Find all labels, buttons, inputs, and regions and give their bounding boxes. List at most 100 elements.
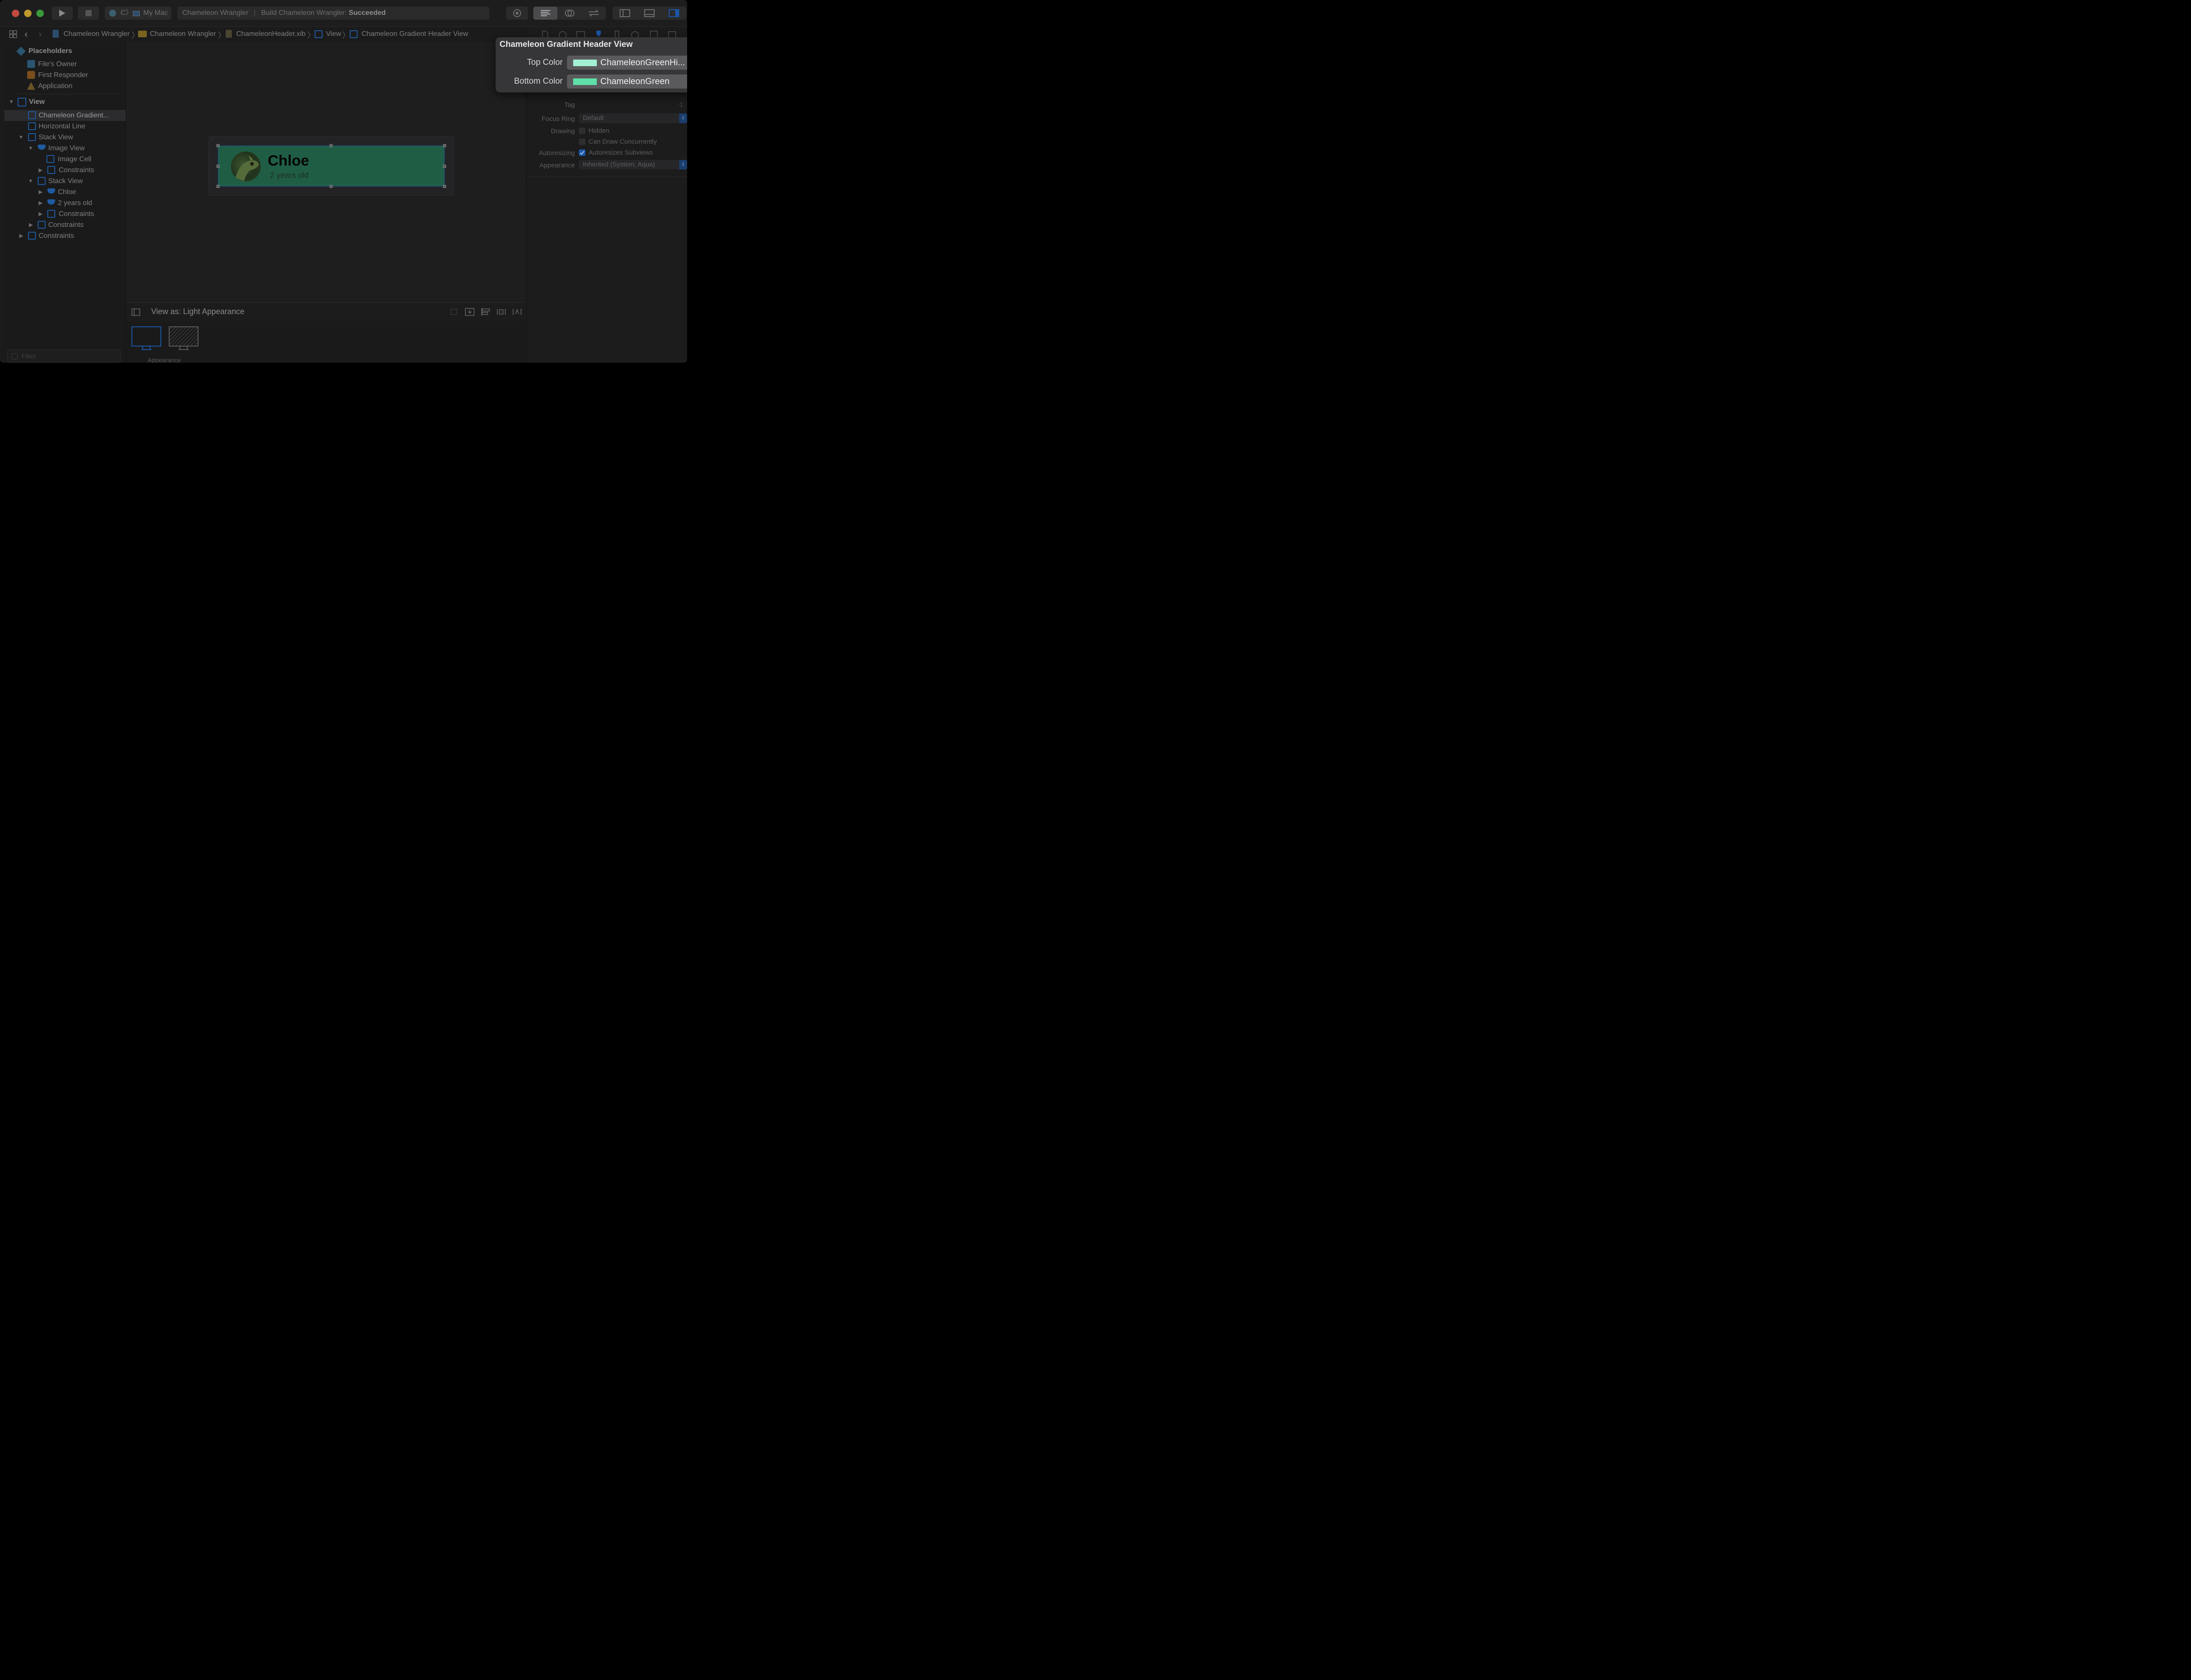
forward-arrow-icon[interactable]: ›	[39, 28, 42, 40]
update-frames-icon[interactable]	[449, 308, 459, 316]
disclosure-expanded-icon[interactable]: ▼	[28, 143, 33, 154]
toggle-debug-area-button[interactable]	[637, 7, 662, 20]
chameleon-gradient-header-view[interactable]: Chloe 2 years old	[218, 145, 445, 187]
resize-handle[interactable]	[330, 144, 333, 147]
focus-ring-popup[interactable]: Default ⇕	[579, 113, 687, 123]
image-view-icon	[38, 145, 46, 150]
constraints-label: Constraints	[39, 232, 74, 240]
resolve-issues-icon[interactable]	[512, 308, 522, 316]
breakpoints-button[interactable]	[506, 7, 528, 20]
disclosure-expanded-icon[interactable]: ▼	[18, 132, 24, 143]
filter-placeholder: Filter	[21, 353, 36, 360]
constraints-icon	[38, 221, 46, 229]
resize-handle[interactable]	[216, 144, 220, 147]
disclosure-expanded-icon[interactable]: ▼	[28, 176, 33, 187]
scheme-selector[interactable]: C〉 My Mac	[105, 7, 171, 20]
add-constraints-icon[interactable]	[496, 308, 506, 316]
top-color-value: ChameleonGreenHi...	[600, 58, 685, 67]
resize-handle[interactable]	[443, 185, 446, 188]
panel-toggle-control[interactable]	[613, 7, 686, 20]
assistant-editor-button[interactable]	[557, 7, 581, 20]
disclosure-collapsed-icon[interactable]: ▶	[39, 165, 43, 176]
name-label[interactable]: Chloe	[268, 152, 309, 170]
breadcrumb-file[interactable]: ChameleonHeader.xib	[236, 30, 305, 38]
left-panel-icon	[620, 9, 630, 17]
status-project: Chameleon Wrangler	[182, 9, 248, 17]
related-items-icon[interactable]	[9, 30, 17, 38]
age-label[interactable]: 2 years old	[270, 171, 308, 180]
disclosure-collapsed-icon[interactable]: ▶	[29, 219, 33, 230]
constraints-label: Constraints	[59, 166, 94, 174]
top-color-swatch	[573, 60, 597, 66]
back-arrow-icon[interactable]: ‹	[25, 28, 28, 40]
disclosure-collapsed-icon[interactable]: ▶	[39, 187, 43, 198]
hidden-checkbox[interactable]	[579, 127, 585, 134]
can-draw-concurrently-checkbox[interactable]	[579, 138, 585, 145]
stop-icon	[85, 10, 92, 16]
bottom-color-well[interactable]: ChameleonGreen	[567, 74, 687, 88]
bottom-color-value: ChameleonGreen	[600, 77, 670, 86]
view-as-label[interactable]: View as: Light Appearance	[151, 307, 245, 316]
bottom-color-swatch	[573, 78, 597, 85]
disclosure-collapsed-icon[interactable]: ▶	[19, 230, 23, 241]
dark-appearance-icon[interactable]	[169, 326, 199, 351]
bottom-panel-icon	[644, 9, 655, 17]
tag-field[interactable]: -1	[579, 100, 683, 110]
toggle-inspector-button[interactable]	[662, 7, 686, 20]
checkmark-icon	[580, 151, 585, 155]
editor-mode-control[interactable]	[533, 7, 606, 20]
run-button[interactable]	[52, 7, 73, 20]
outline-filter-field[interactable]: Filter	[7, 350, 121, 363]
bottom-color-label: Bottom Color	[514, 77, 563, 86]
attributes-inspector-icon	[596, 31, 601, 37]
custom-view-icon	[350, 30, 358, 38]
resize-handle[interactable]	[443, 144, 446, 147]
designable-attributes-popover: Chameleon Gradient Header View Top Color…	[496, 37, 687, 92]
disclosure-collapsed-icon[interactable]: ▶	[39, 198, 43, 209]
close-scene-icon[interactable]: ×	[211, 137, 213, 142]
stop-button[interactable]	[78, 7, 99, 20]
interface-builder-canvas[interactable]: × Chloe 2 years old	[126, 42, 526, 302]
folder-icon	[138, 31, 147, 37]
stack-view-inner-label: Stack View	[48, 177, 83, 185]
resize-handle[interactable]	[330, 185, 333, 188]
breadcrumb-gradient-view[interactable]: Chameleon Gradient Header View	[362, 30, 468, 38]
autoresizes-subviews-checkbox[interactable]	[579, 149, 585, 156]
outline-chameleon-gradient[interactable]: Chameleon Gradient...	[4, 110, 126, 121]
breadcrumb-project[interactable]: Chameleon Wrangler	[64, 30, 130, 38]
breadcrumb-view[interactable]: View	[326, 30, 341, 38]
popup-chevron-icon: ⇕	[679, 113, 687, 123]
age-label: 2 years old	[58, 199, 92, 207]
embed-in-icon[interactable]	[465, 308, 475, 316]
appearance-popup[interactable]: Inherited (System, Aqua) ⇕	[579, 160, 687, 170]
disclosure-expanded-icon[interactable]: ▼	[9, 96, 14, 107]
device-configuration-bar: Appearance	[126, 321, 526, 363]
resize-handle[interactable]	[216, 185, 220, 188]
resize-handle[interactable]	[216, 165, 220, 168]
project-icon	[53, 30, 59, 38]
play-icon	[59, 10, 65, 17]
breadcrumb-folder[interactable]: Chameleon Wrangler	[150, 30, 216, 38]
disclosure-collapsed-icon[interactable]: ▶	[39, 209, 43, 219]
light-appearance-icon[interactable]	[131, 326, 162, 351]
tag-label: Tag	[564, 101, 575, 109]
resize-handle[interactable]	[443, 165, 446, 168]
close-button[interactable]	[12, 10, 19, 17]
zoom-button[interactable]	[36, 10, 44, 17]
minimize-button[interactable]	[24, 10, 32, 17]
chameleon-avatar-image[interactable]	[231, 152, 261, 181]
top-color-label: Top Color	[527, 58, 563, 67]
toggle-navigator-button[interactable]	[613, 7, 637, 20]
view-frame[interactable]: × Chloe 2 years old	[209, 136, 454, 196]
appearance-label: Appearance	[539, 162, 575, 169]
destination-label: My Mac	[143, 9, 168, 17]
view-icon	[315, 30, 323, 38]
right-panel-icon	[669, 9, 679, 17]
align-icon[interactable]	[481, 308, 490, 316]
version-editor-button[interactable]	[582, 7, 606, 20]
toggle-outline-icon[interactable]	[131, 308, 140, 316]
standard-editor-button[interactable]	[533, 7, 558, 20]
breadcrumb-separator: 〉	[307, 31, 315, 40]
placeholder-cube-icon	[16, 46, 26, 56]
top-color-well[interactable]: ChameleonGreenHi...	[567, 56, 687, 70]
